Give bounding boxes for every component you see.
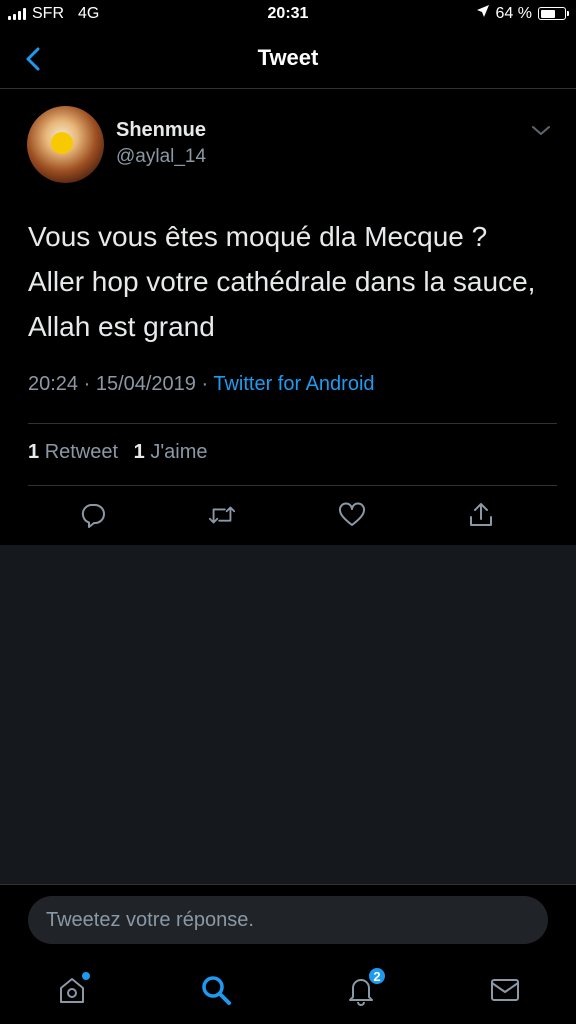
tweet-stats: 1 Retweet 1 J'aime — [28, 441, 207, 464]
retweet-count: 1 — [28, 441, 40, 463]
avatar[interactable] — [27, 106, 104, 183]
like-button[interactable] — [337, 500, 367, 530]
retweet-label: Retweet — [44, 441, 119, 463]
author-handle[interactable]: @aylal_14 — [116, 146, 206, 168]
retweets-stat[interactable]: 1 Retweet — [28, 441, 124, 463]
tweet-meta: 20:24 · 15/04/2019 · Twitter for Android — [28, 373, 375, 396]
location-icon — [476, 4, 490, 23]
reply-bar — [0, 884, 576, 951]
status-bar: SFR 4G 20:31 64 % — [0, 0, 576, 30]
battery-cap — [567, 11, 569, 16]
replies-area — [0, 545, 576, 884]
battery-icon — [538, 7, 569, 20]
tweet-text: Vous vous êtes moqué dla Mecque ? Aller … — [28, 221, 536, 342]
avatar-face-cover — [51, 132, 73, 154]
notifications-badge: 2 — [367, 966, 387, 986]
battery-fill — [540, 9, 555, 18]
divider — [28, 423, 557, 424]
reply-icon — [81, 504, 105, 528]
tab-home[interactable] — [54, 972, 90, 1008]
reply-button[interactable] — [78, 500, 108, 530]
likes-stat[interactable]: 1 J'aime — [134, 441, 208, 463]
share-icon — [470, 503, 492, 526]
search-icon — [202, 976, 231, 1005]
page-title: Tweet — [257, 45, 319, 70]
nav-header: Tweet — [0, 30, 576, 89]
tweet-options-button[interactable] — [530, 124, 552, 142]
tweet-detail-screen: SFR 4G 20:31 64 % Tweet Shenmue @aylal_1… — [0, 0, 576, 1024]
heart-icon — [339, 502, 365, 526]
mail-icon — [491, 979, 519, 1001]
tab-bar: 2 — [0, 950, 576, 1024]
author-name[interactable]: Shenmue — [116, 119, 206, 142]
home-new-indicator — [82, 972, 90, 980]
share-button[interactable] — [466, 500, 496, 530]
like-label: J'aime — [150, 441, 208, 463]
battery-percent: 64 % — [495, 4, 532, 22]
status-right: 64 % — [476, 4, 569, 23]
tab-notifications[interactable]: 2 — [343, 966, 387, 1008]
tweet-timestamp: 20:24 · 15/04/2019 · — [28, 373, 209, 395]
retweet-icon — [208, 506, 236, 524]
chevron-down-icon — [532, 126, 550, 135]
tweet-actions — [0, 486, 576, 544]
tweet-source-link[interactable]: Twitter for Android — [213, 373, 374, 395]
retweet-button[interactable] — [207, 500, 237, 530]
tab-messages[interactable] — [487, 972, 523, 1008]
like-count: 1 — [133, 441, 145, 463]
reply-input[interactable] — [28, 896, 548, 944]
tab-search[interactable] — [198, 972, 234, 1008]
